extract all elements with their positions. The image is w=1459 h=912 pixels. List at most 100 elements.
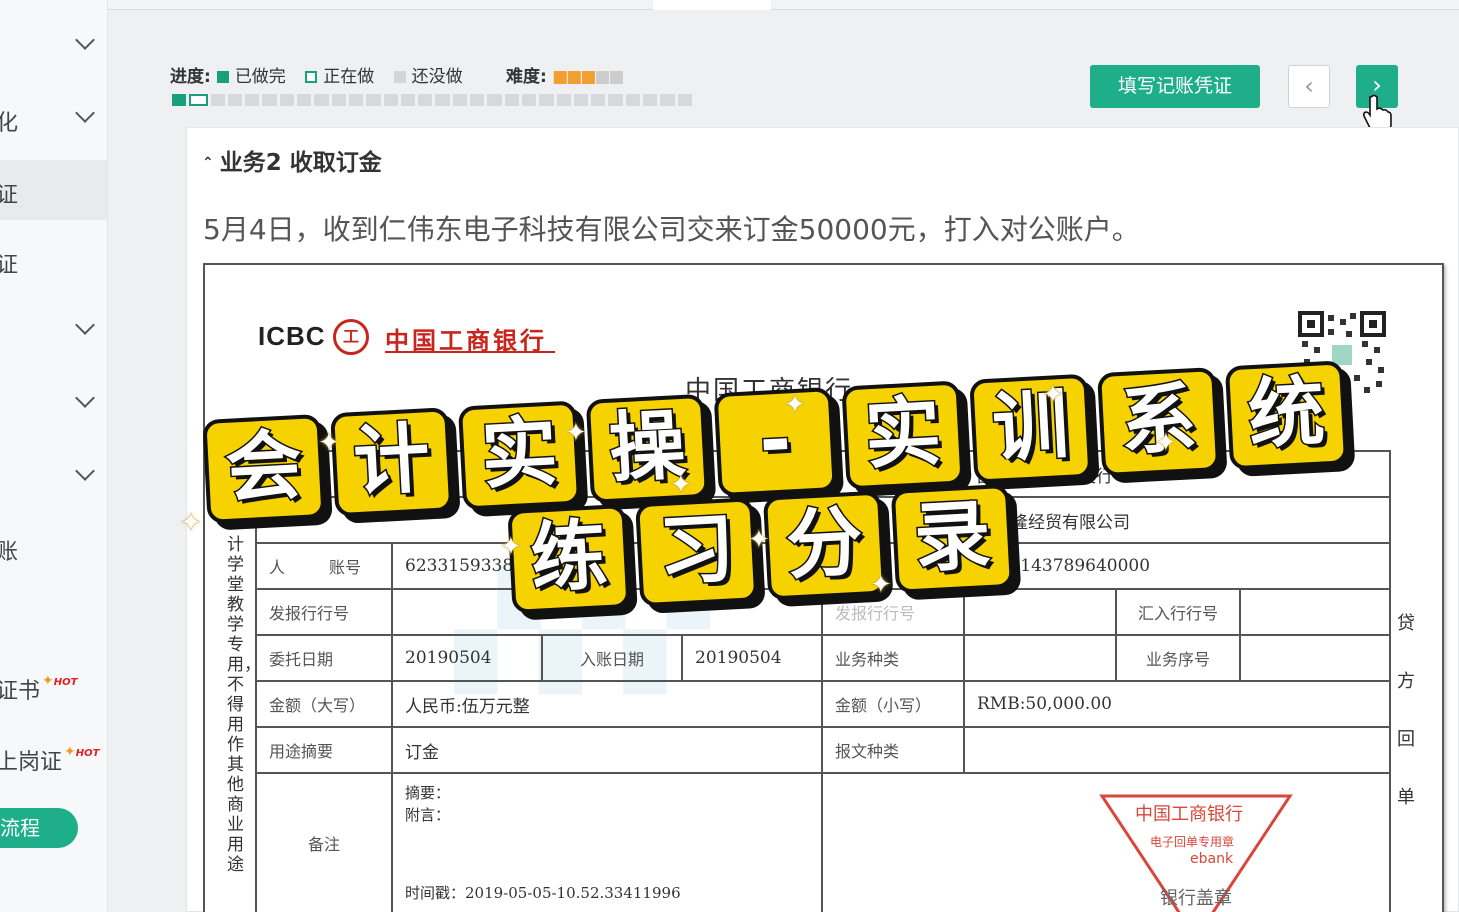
progress-segment[interactable] <box>470 94 485 106</box>
progress-segment[interactable] <box>366 94 381 106</box>
sparkle-icon: ✦ <box>670 470 692 500</box>
progress-segment[interactable] <box>314 94 329 106</box>
sparkle-icon: ✦ <box>870 570 892 600</box>
progress-segment[interactable] <box>608 94 623 106</box>
business-description: 5月4日，收到仁伟东电子科技有限公司交来订金50000元，打入对公账户。 <box>203 213 1140 246</box>
progress-segment[interactable] <box>452 94 468 106</box>
entrust-date: 20190504 <box>391 634 543 682</box>
banner-char: 录 <box>890 483 1015 594</box>
sidebar-item-4[interactable]: 证 <box>0 230 107 290</box>
top-tab-strip <box>108 0 1459 10</box>
banner-char: - <box>713 387 837 498</box>
progress-segment[interactable] <box>643 94 658 106</box>
sparkle-icon: ✦ <box>318 428 340 458</box>
hot-badge: ✦HOT <box>64 744 100 760</box>
purpose: 订金 <box>391 726 823 774</box>
table-row: 用途摘要 订金 报文种类 <box>255 726 1391 774</box>
difficulty-stars: ■■■■■ <box>552 67 624 87</box>
sidebar-item-label: 账 <box>0 534 18 566</box>
sparkle-icon: ✦ <box>500 532 522 562</box>
fill-voucher-button[interactable]: 填写记账凭证 <box>1090 65 1260 108</box>
sparkle-icon: ✦ <box>748 525 770 555</box>
progress-segment[interactable] <box>245 94 260 106</box>
chevron-down-icon <box>75 461 95 481</box>
progress-segment[interactable] <box>677 94 692 106</box>
amount-figures: RMB:50,000.00 <box>963 680 1391 728</box>
doing-swatch <box>305 71 318 83</box>
progress-segment[interactable] <box>189 94 208 106</box>
progress-legend: 进度: 已做完 正在做 还没做 难度: ■■■■■ <box>170 67 625 87</box>
progress-segment[interactable] <box>504 94 519 106</box>
chevron-left-icon: ‹ <box>1304 72 1314 100</box>
sparkle-icon: ✦ <box>180 508 202 538</box>
chevron-down-icon <box>75 315 95 335</box>
progress-segment[interactable] <box>521 94 537 106</box>
process-button[interactable]: 流程 <box>0 808 78 848</box>
chevron-down-icon <box>75 103 95 123</box>
sparkle-icon: ✦ <box>784 390 806 420</box>
sidebar-item-6[interactable] <box>0 373 107 433</box>
progress-segment[interactable] <box>348 94 364 106</box>
progress-segment[interactable] <box>625 94 641 106</box>
business-title[interactable]: ⌃ 业务2 收取订金 <box>202 143 382 177</box>
banner-char: 会 <box>202 413 326 524</box>
receipt-type-label: 贷方回单 <box>1397 613 1415 808</box>
banner-char: 习 <box>635 497 759 608</box>
progress-segment[interactable] <box>435 94 450 106</box>
sidebar-item-5[interactable] <box>0 300 107 360</box>
active-tab[interactable] <box>653 0 771 10</box>
sidebar-item-label: 化 <box>0 105 18 137</box>
progress-segment[interactable] <box>591 94 606 106</box>
progress-segment[interactable] <box>172 94 187 106</box>
icbc-logo: ICBC <box>258 321 326 351</box>
hot-badge: ✦HOT <box>42 673 78 689</box>
banner-char: 实 <box>841 380 965 491</box>
sidebar-item-3[interactable]: 证 <box>0 160 107 220</box>
amount-words: 人民币:伍万元整 <box>391 680 823 728</box>
sparkle-icon: ✦ <box>1042 380 1064 410</box>
banner-char: 实 <box>457 400 582 511</box>
sidebar-item-1[interactable] <box>0 15 107 75</box>
sidebar-item-certificate[interactable]: 证书 ✦HOT <box>0 656 107 716</box>
progress-segment[interactable] <box>210 94 225 106</box>
sidebar-item-job-cert[interactable]: 上岗证 ✦HOT <box>0 727 107 787</box>
progress-segment[interactable] <box>297 94 312 106</box>
sidebar-item-label: 上岗证 <box>0 750 63 775</box>
todo-swatch <box>393 71 406 83</box>
sidebar-item-7[interactable] <box>0 446 107 506</box>
table-row: 金额（大写） 人民币:伍万元整 金额（小写） RMB:50,000.00 <box>255 680 1391 728</box>
chevron-down-icon <box>75 388 95 408</box>
done-swatch <box>216 71 229 83</box>
progress-segment[interactable] <box>487 94 502 106</box>
sidebar-item-8[interactable]: 账 <box>0 517 107 577</box>
banner-char: 统 <box>1224 360 1349 471</box>
sidebar-item-2[interactable]: 化 <box>0 88 107 148</box>
star-icon: ✦ <box>42 673 54 689</box>
banner-char: 计 <box>330 407 454 518</box>
progress-segment[interactable] <box>573 94 589 106</box>
table-row: 委托日期 20190504 入账日期 20190504 业务种类 业务序号 <box>255 634 1391 682</box>
chevron-down-icon <box>75 30 95 50</box>
collapse-icon[interactable]: ⌃ <box>202 155 214 171</box>
progress-segment[interactable] <box>383 94 398 106</box>
prev-button[interactable]: ‹ <box>1288 65 1330 108</box>
timestamp: 时间戳：2019-05-05-10.52.33411996 <box>405 884 681 902</box>
progress-segment[interactable] <box>556 94 571 106</box>
sparkle-icon: ✦ <box>565 418 587 448</box>
sparkle-icon: ✦ <box>1155 428 1177 458</box>
sidebar: 化 证 证 账 证书✦HOT 上岗证✦HOT 流程 <box>0 0 108 912</box>
progress-bar <box>172 94 692 106</box>
progress-segment[interactable] <box>539 94 554 106</box>
progress-segment[interactable] <box>331 94 346 106</box>
progress-segment[interactable] <box>660 94 675 106</box>
banner-char: 系 <box>1097 367 1221 478</box>
progress-segment[interactable] <box>418 94 433 106</box>
payee-account: 0030143789640000 <box>963 542 1391 590</box>
progress-segment[interactable] <box>279 94 295 106</box>
side-note: 计学堂教学专用，不得用作其他商业用途 <box>227 535 261 875</box>
star-icon: ✦ <box>64 744 76 760</box>
progress-segment[interactable] <box>400 94 416 106</box>
progress-segment[interactable] <box>262 94 277 106</box>
banner-char: 分 <box>762 490 887 601</box>
progress-segment[interactable] <box>227 94 243 106</box>
